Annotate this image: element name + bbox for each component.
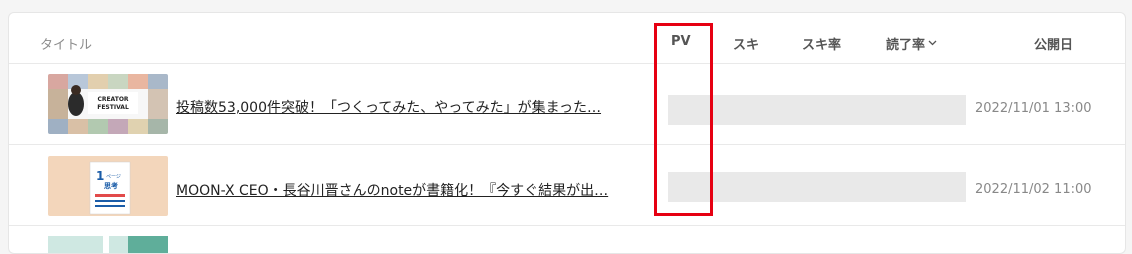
published-date: 2022/11/01 13:00 bbox=[975, 101, 1092, 116]
column-header-title: タイトル bbox=[40, 38, 93, 53]
svg-text:1: 1 bbox=[96, 169, 104, 183]
stats-table-card: タイトル PV スキ スキ率 読了率 公開日 CREATOR FESTIVAL … bbox=[8, 12, 1126, 254]
column-header-published[interactable]: 公開日 bbox=[1034, 34, 1073, 53]
table-row: CREATOR FESTIVAL 投稿数53,000件突破！「つくってみた、やっ… bbox=[9, 64, 1125, 145]
svg-text:FESTIVAL: FESTIVAL bbox=[97, 104, 129, 111]
column-header-read-rate-label: 読了率 bbox=[886, 38, 926, 53]
article-title-link[interactable]: MOON-X CEO・長谷川晋さんのnoteが書籍化！『今すぐ結果が出… bbox=[176, 180, 632, 200]
svg-text:CREATOR: CREATOR bbox=[97, 96, 128, 103]
highlight-box bbox=[654, 23, 713, 216]
column-header-suki-rate[interactable]: スキ率 bbox=[802, 34, 841, 53]
table-row: 1 ページ 思考 MOON-X CEO・長谷川晋さんのnoteが書籍化！『今すぐ… bbox=[9, 145, 1125, 226]
article-title-link[interactable]: 投稿数53,000件突破！「つくってみた、やってみた」が集まった… bbox=[176, 97, 632, 117]
svg-text:思考: 思考 bbox=[104, 181, 118, 190]
svg-text:ページ: ページ bbox=[106, 174, 121, 180]
article-thumbnail[interactable] bbox=[48, 236, 168, 253]
published-date: 2022/11/02 11:00 bbox=[975, 182, 1092, 197]
table-header: タイトル PV スキ スキ率 読了率 公開日 bbox=[9, 13, 1125, 64]
column-header-suki[interactable]: スキ bbox=[733, 34, 759, 53]
article-thumbnail[interactable]: 1 ページ 思考 bbox=[48, 156, 168, 216]
column-header-read-rate[interactable]: 読了率 bbox=[886, 34, 937, 53]
table-row bbox=[9, 226, 1125, 253]
article-thumbnail[interactable]: CREATOR FESTIVAL bbox=[48, 74, 168, 134]
chevron-down-icon bbox=[928, 38, 937, 49]
